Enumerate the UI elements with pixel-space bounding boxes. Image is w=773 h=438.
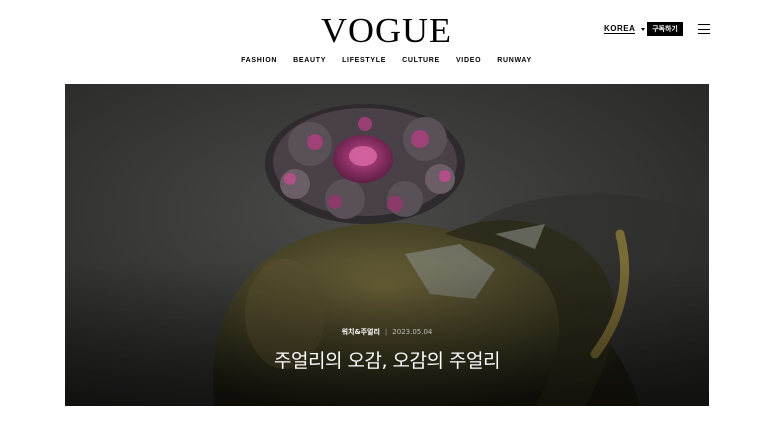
hero-article-card[interactable]: 워치&주얼리 | 2023.05.04 주얼리의 오감, 오감의 주얼리 [65, 84, 709, 406]
nav-item-beauty[interactable]: BEAUTY [293, 57, 326, 64]
nav-item-runway[interactable]: RUNWAY [497, 57, 532, 64]
subscribe-button[interactable]: 구독하기 [647, 22, 683, 36]
nav-item-video[interactable]: VIDEO [456, 57, 481, 64]
article-title[interactable]: 주얼리의 오감, 오감의 주얼리 [65, 346, 709, 373]
meta-divider: | [384, 328, 388, 336]
caret-down-icon [641, 27, 646, 31]
menu-icon[interactable] [698, 23, 710, 35]
article-date: 2023.05.04 [392, 328, 433, 336]
main-nav: FASHION BEAUTY LIFESTYLE CULTURE VIDEO R… [0, 57, 773, 64]
edition-label: KOREA [604, 24, 636, 34]
nav-item-fashion[interactable]: FASHION [241, 57, 277, 64]
nav-item-lifestyle[interactable]: LIFESTYLE [342, 57, 386, 64]
article-category[interactable]: 워치&주얼리 [342, 328, 380, 336]
nav-item-culture[interactable]: CULTURE [402, 57, 440, 64]
article-meta: 워치&주얼리 | 2023.05.04 [65, 327, 709, 337]
edition-selector[interactable]: KOREA [604, 24, 646, 34]
